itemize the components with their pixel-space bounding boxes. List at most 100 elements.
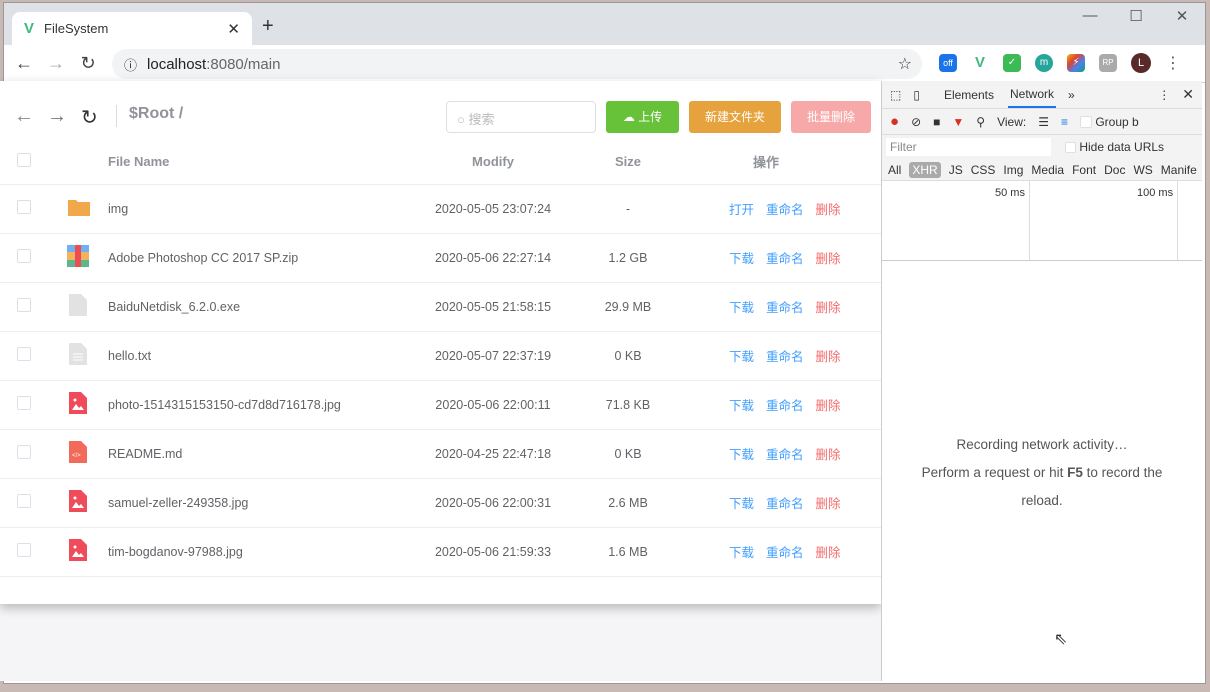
rename-link[interactable]: 重命名: [766, 350, 804, 364]
row-checkbox[interactable]: [17, 396, 31, 410]
devtools-menu-icon[interactable]: ⋮: [1158, 88, 1170, 102]
browser-tab[interactable]: V FileSystem ✕: [12, 12, 252, 45]
ext-bolt-icon[interactable]: ⚡: [1067, 54, 1085, 72]
filter-all[interactable]: All: [888, 163, 901, 177]
tab-elements[interactable]: Elements: [942, 83, 996, 107]
rename-link[interactable]: 重命名: [766, 497, 804, 511]
table-row[interactable]: tim-bogdanov-97988.jpg 2020-05-06 21:59:…: [0, 527, 881, 577]
ext-m-icon[interactable]: m: [1035, 54, 1053, 72]
delete-link[interactable]: 删除: [816, 301, 841, 315]
search-icon[interactable]: ⚲: [976, 115, 985, 129]
camera-icon[interactable]: ■: [933, 115, 940, 129]
filter-js[interactable]: JS: [949, 163, 963, 177]
back-button[interactable]: ←: [8, 53, 40, 74]
file-name[interactable]: photo-1514315153150-cd7d8d716178.jpg: [108, 380, 413, 430]
row-checkbox[interactable]: [17, 298, 31, 312]
file-name[interactable]: BaiduNetdisk_6.2.0.exe: [108, 282, 413, 332]
reload-button[interactable]: ↻: [72, 53, 104, 74]
menu-icon[interactable]: ⋮: [1165, 53, 1181, 73]
file-name[interactable]: Adobe Photoshop CC 2017 SP.zip: [108, 233, 413, 283]
bookmark-star-icon[interactable]: ☆: [898, 54, 912, 74]
header-name[interactable]: File Name: [108, 139, 413, 185]
new-folder-button[interactable]: 新建文件夹: [689, 101, 781, 133]
download-link[interactable]: 下载: [729, 399, 754, 413]
delete-link[interactable]: 删除: [816, 350, 841, 364]
filter-ws[interactable]: WS: [1133, 163, 1152, 177]
rename-link[interactable]: 重命名: [766, 399, 804, 413]
delete-link[interactable]: 删除: [816, 252, 841, 266]
delete-link[interactable]: 删除: [816, 203, 841, 217]
minimize-button[interactable]: —: [1067, 7, 1113, 25]
delete-link[interactable]: 删除: [816, 546, 841, 560]
table-row[interactable]: </> README.md 2020-04-25 22:47:18 0 KB 下…: [0, 429, 881, 479]
table-row[interactable]: hello.txt 2020-05-07 22:37:19 0 KB 下载 重命名…: [0, 331, 881, 381]
delete-link[interactable]: 删除: [816, 448, 841, 462]
upload-button[interactable]: ☁ 上传: [606, 101, 679, 133]
group-checkbox[interactable]: [1079, 116, 1092, 129]
row-checkbox[interactable]: [17, 200, 31, 214]
batch-delete-button[interactable]: 批量删除: [791, 101, 871, 133]
table-row[interactable]: img 2020-05-05 23:07:24 - 打开 重命名 删除: [0, 184, 881, 234]
address-bar[interactable]: ⓘ localhost:8080/main ☆: [112, 49, 922, 79]
clear-icon[interactable]: ⊘: [911, 115, 921, 129]
record-icon[interactable]: ●: [890, 113, 899, 130]
row-checkbox[interactable]: [17, 249, 31, 263]
file-name[interactable]: samuel-zeller-249358.jpg: [108, 478, 413, 528]
avatar[interactable]: L: [1131, 53, 1151, 73]
forward-arrow-icon[interactable]: →: [47, 105, 67, 128]
ext-rp-icon[interactable]: RP: [1099, 54, 1117, 72]
download-link[interactable]: 下载: [729, 350, 754, 364]
device-toggle-icon[interactable]: ▯: [913, 88, 920, 102]
filter-font[interactable]: Font: [1072, 163, 1096, 177]
refresh-icon[interactable]: ↻: [81, 105, 98, 130]
download-link[interactable]: 下载: [729, 252, 754, 266]
new-tab-button[interactable]: +: [262, 15, 274, 38]
rename-link[interactable]: 重命名: [766, 448, 804, 462]
file-name[interactable]: tim-bogdanov-97988.jpg: [108, 527, 413, 577]
table-row[interactable]: samuel-zeller-249358.jpg 2020-05-06 22:0…: [0, 478, 881, 528]
filter-icon[interactable]: ▼: [952, 115, 964, 129]
ext-off-icon[interactable]: off: [939, 54, 957, 72]
filter-media[interactable]: Media: [1031, 163, 1064, 177]
rename-link[interactable]: 重命名: [766, 203, 804, 217]
table-row[interactable]: Adobe Photoshop CC 2017 SP.zip 2020-05-0…: [0, 233, 881, 283]
row-checkbox[interactable]: [17, 543, 31, 557]
download-link[interactable]: 下载: [729, 301, 754, 315]
download-link[interactable]: 下载: [729, 448, 754, 462]
back-arrow-icon[interactable]: ←: [14, 105, 34, 128]
filter-img[interactable]: Img: [1003, 163, 1023, 177]
row-checkbox[interactable]: [17, 494, 31, 508]
list-view-icon[interactable]: ☰: [1038, 115, 1049, 129]
filter-xhr[interactable]: XHR: [909, 161, 941, 178]
delete-link[interactable]: 删除: [816, 399, 841, 413]
search-input[interactable]: ○ 搜索: [446, 101, 596, 133]
close-devtools-icon[interactable]: ✕: [1182, 86, 1194, 103]
shield-icon[interactable]: ✓: [1003, 54, 1021, 72]
close-tab-icon[interactable]: ✕: [227, 20, 240, 38]
file-name[interactable]: hello.txt: [108, 331, 413, 381]
close-window-button[interactable]: ✕: [1159, 7, 1205, 25]
inspect-icon[interactable]: ⬚: [890, 88, 901, 102]
header-modify[interactable]: Modify: [413, 139, 573, 185]
filter-manife[interactable]: Manife: [1161, 163, 1197, 177]
rename-link[interactable]: 重命名: [766, 301, 804, 315]
rename-link[interactable]: 重命名: [766, 252, 804, 266]
more-tabs-icon[interactable]: »: [1068, 88, 1075, 102]
tab-network[interactable]: Network: [1007, 82, 1056, 108]
select-all-checkbox[interactable]: [17, 152, 31, 167]
rename-link[interactable]: 重命名: [766, 546, 804, 560]
vue-devtools-icon[interactable]: V: [971, 54, 989, 72]
forward-button[interactable]: →: [40, 53, 72, 74]
row-checkbox[interactable]: [17, 445, 31, 459]
file-name[interactable]: img: [108, 184, 413, 234]
hide-data-urls-checkbox[interactable]: [1065, 142, 1076, 154]
file-name[interactable]: README.md: [108, 429, 413, 479]
download-link[interactable]: 下载: [729, 497, 754, 511]
maximize-button[interactable]: ☐: [1113, 7, 1159, 25]
table-row[interactable]: photo-1514315153150-cd7d8d716178.jpg 202…: [0, 380, 881, 430]
breadcrumb[interactable]: $Root /: [116, 105, 183, 127]
filter-input[interactable]: Filter: [886, 138, 1051, 156]
filter-css[interactable]: CSS: [971, 163, 996, 177]
info-icon[interactable]: ⓘ: [124, 55, 137, 74]
waterfall-view-icon[interactable]: ≡: [1061, 115, 1068, 129]
